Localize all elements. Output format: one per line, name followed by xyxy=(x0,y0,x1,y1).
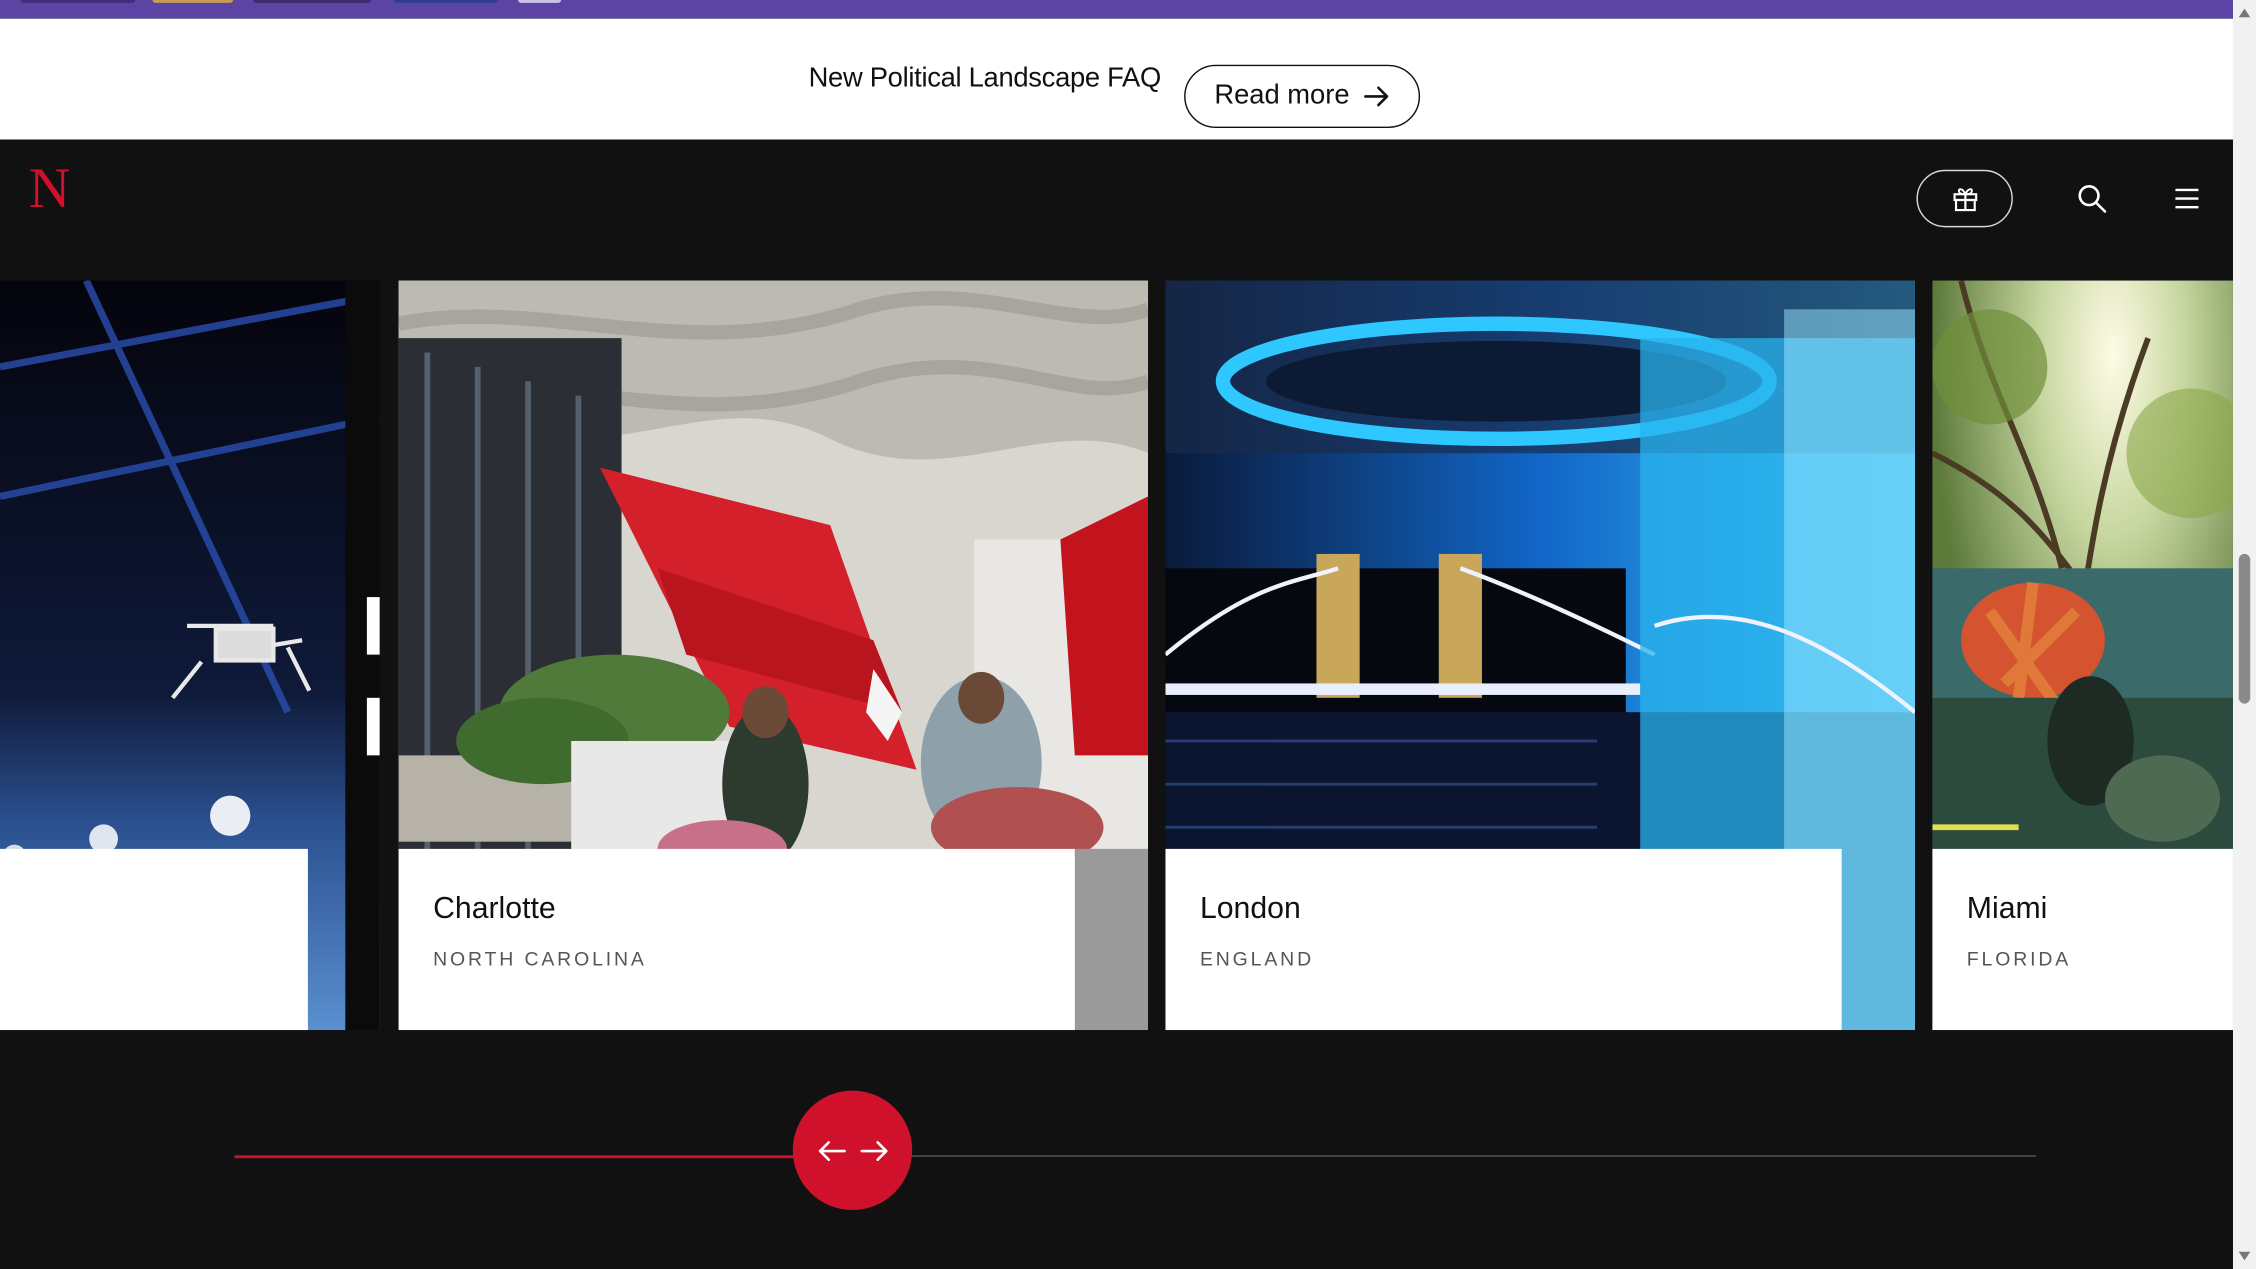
card-region: NORTH CAROLINA xyxy=(433,948,647,970)
tab-chip[interactable] xyxy=(20,0,136,3)
tab-chip[interactable] xyxy=(517,0,562,3)
read-more-label: Read more xyxy=(1214,80,1350,111)
arrow-left-icon[interactable] xyxy=(815,1137,847,1163)
gift-icon xyxy=(1952,188,1977,212)
browser-top-bar xyxy=(0,0,2233,19)
search-button[interactable] xyxy=(2073,180,2110,217)
card-region: FLORIDA xyxy=(1966,948,2072,970)
menu-icon xyxy=(2175,188,2199,209)
card-info: Miami FLORIDA xyxy=(1932,848,2233,1031)
scroll-down-icon[interactable] xyxy=(2238,1251,2251,1261)
location-card[interactable]: London ENGLAND xyxy=(1165,280,1916,1031)
scroll-up-icon[interactable] xyxy=(2238,8,2251,18)
card-city: Charlotte xyxy=(433,892,556,926)
announcement-text: New Political Landscape FAQ xyxy=(808,63,1162,94)
menu-button[interactable] xyxy=(2168,180,2205,217)
scrollbar-thumb[interactable] xyxy=(2238,553,2251,704)
page: New Political Landscape FAQ Read more N xyxy=(0,0,2256,1269)
slider-progress xyxy=(234,1155,796,1158)
card-region: ENGLAND xyxy=(1199,948,1314,970)
card-city: Miami xyxy=(1966,892,2048,926)
announcement-banner: New Political Landscape FAQ Read more xyxy=(0,18,2233,140)
scrollbar[interactable] xyxy=(2232,0,2256,1269)
tab-chip[interactable] xyxy=(152,0,234,3)
card-info xyxy=(0,848,308,1031)
location-card[interactable] xyxy=(0,280,380,1031)
tab-chip[interactable] xyxy=(253,0,372,3)
slider-track[interactable] xyxy=(910,1155,2036,1157)
logo[interactable]: N xyxy=(29,154,71,222)
location-card[interactable]: Miami FLORIDA xyxy=(1932,280,2233,1031)
card-city: London xyxy=(1199,892,1301,926)
tab-chip[interactable] xyxy=(394,0,498,3)
card-info: Charlotte NORTH CAROLINA xyxy=(398,848,1075,1031)
card-info: London ENGLAND xyxy=(1165,848,1842,1031)
give-button[interactable] xyxy=(1916,169,2013,228)
read-more-button[interactable]: Read more xyxy=(1184,64,1421,129)
location-card[interactable]: Charlotte NORTH CAROLINA xyxy=(398,280,1149,1031)
arrow-right-icon xyxy=(1364,86,1389,107)
carousel-nav xyxy=(792,1090,913,1211)
site-header: N xyxy=(0,139,2233,281)
search-icon xyxy=(2078,185,2107,213)
arrow-right-icon[interactable] xyxy=(858,1137,890,1163)
